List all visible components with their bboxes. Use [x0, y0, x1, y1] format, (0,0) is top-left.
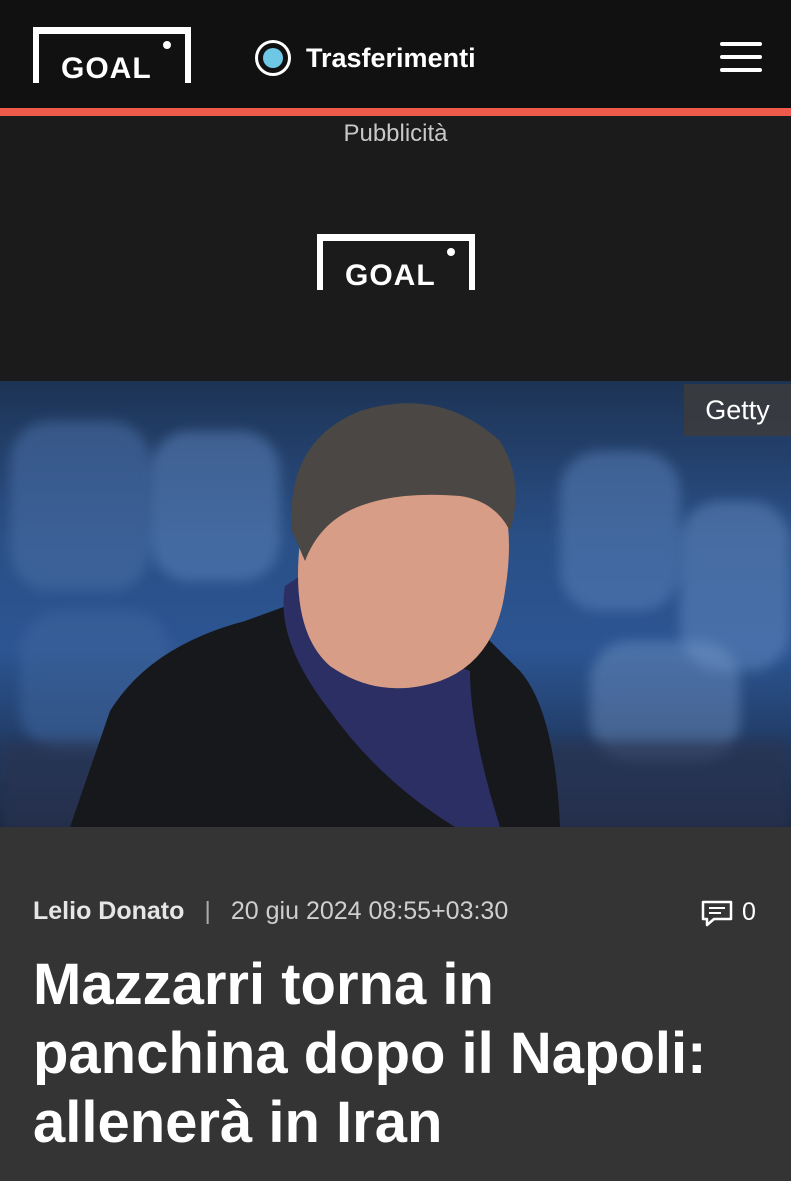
- ad-logo-dot: [447, 248, 455, 256]
- nav-transfers-link[interactable]: Trasferimenti: [255, 38, 476, 78]
- accent-stripe: [0, 108, 791, 116]
- logo-text: GOAL: [61, 52, 152, 85]
- article-meta: Lelio Donato | 20 giu 2024 08:55+03:30: [33, 896, 508, 926]
- hamburger-menu-icon[interactable]: [720, 42, 762, 72]
- hero-image[interactable]: [0, 381, 791, 827]
- ad-goal-logo[interactable]: GOAL: [317, 234, 475, 292]
- logo-dot: [163, 41, 171, 49]
- ad-label: Pubblicità: [343, 120, 448, 147]
- headline-line-3: allenerà in Iran: [33, 1090, 443, 1155]
- article-headline[interactable]: Mazzarri torna in panchina dopo il Napol…: [33, 950, 773, 1157]
- nav-transfers-label: Trasferimenti: [306, 42, 476, 73]
- comment-count: 0: [742, 898, 756, 926]
- person-silhouette: [70, 403, 560, 827]
- goal-logo[interactable]: GOAL: [33, 27, 191, 85]
- comment-bubble-icon: [701, 900, 733, 926]
- meta-separator: |: [204, 896, 211, 925]
- headline-line-2: panchina dopo il Napoli:: [33, 1021, 707, 1086]
- image-credit: Getty: [684, 384, 791, 436]
- radio-dot-icon: [255, 40, 291, 76]
- author-name[interactable]: Lelio Donato: [33, 897, 184, 926]
- ad-logo-text: GOAL: [345, 259, 436, 292]
- comments-button[interactable]: 0: [700, 898, 756, 927]
- headline-line-1: Mazzarri torna in: [33, 952, 494, 1017]
- publish-date: 20 giu 2024 08:55+03:30: [230, 896, 509, 925]
